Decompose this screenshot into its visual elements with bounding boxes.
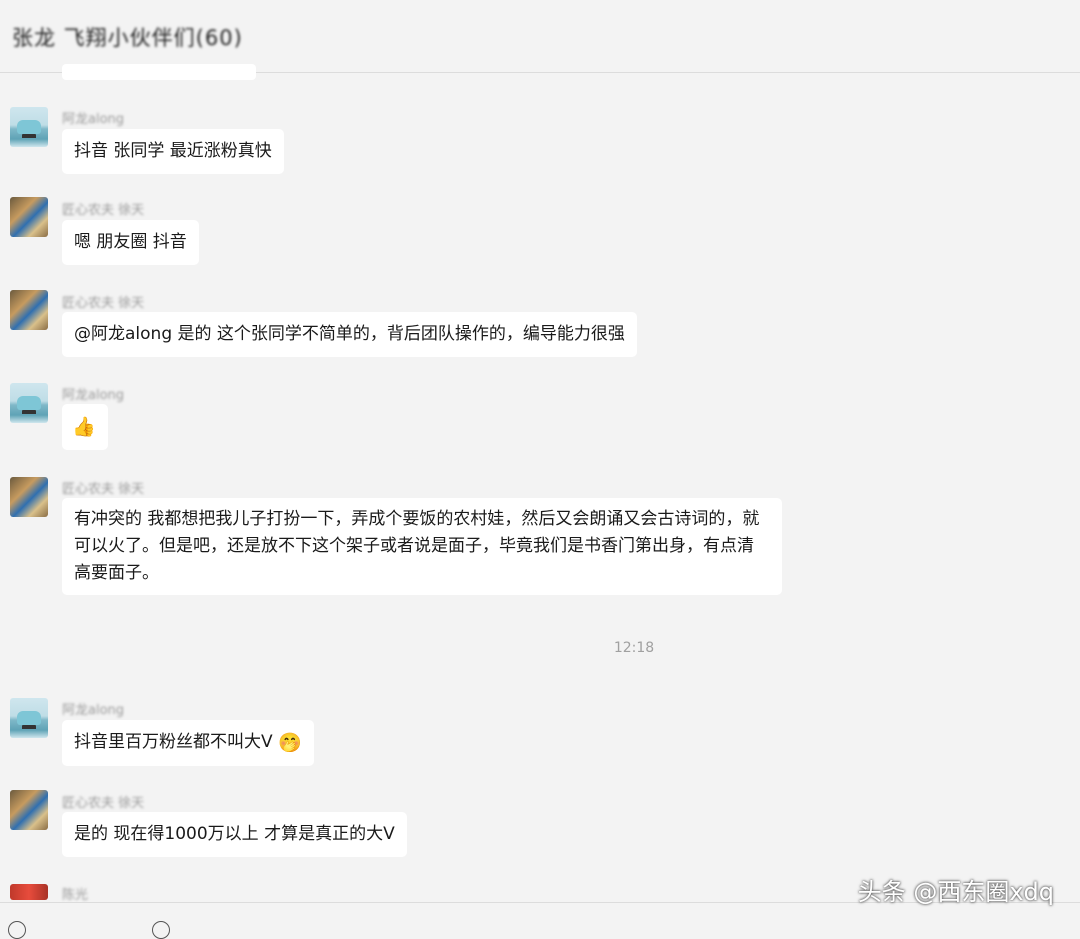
avatar[interactable] <box>10 477 48 517</box>
sender-name: 阿龙along <box>62 112 125 127</box>
message-bubble[interactable]: 是的 现在得1000万以上 才算是真正的大V <box>62 812 407 857</box>
timestamp: 12:18 <box>613 640 655 656</box>
message-bubble[interactable]: 👍 <box>62 404 108 450</box>
sender-name: 阿龙along <box>62 703 125 718</box>
message-bubble[interactable]: 抖音里百万粉丝都不叫大V 🤭 <box>62 720 314 766</box>
avatar[interactable] <box>10 790 48 830</box>
avatar[interactable] <box>10 698 48 738</box>
message-bubble[interactable]: @阿龙along 是的 这个张同学不简单的，背后团队操作的，编导能力很强 <box>62 312 637 357</box>
avatar[interactable] <box>10 197 48 237</box>
avatar[interactable] <box>10 884 48 900</box>
sender-name: 匠心农夫 徐天 <box>62 296 145 311</box>
message-bubble[interactable]: 有冲突的 我都想把我儿子打扮一下，弄成个要饭的农村娃，然后又会朗诵又会古诗词的，… <box>62 498 782 595</box>
avatar[interactable] <box>10 290 48 330</box>
thumbs-up-icon: 👍 <box>72 416 96 438</box>
shy-face-emoji-icon: 🤭 <box>278 732 302 754</box>
sender-name: 陈光 <box>62 888 89 903</box>
chat-header: 张龙 飞翔小伙伴们(60) <box>0 0 1080 73</box>
previous-message-bubble <box>62 64 256 80</box>
avatar[interactable] <box>10 107 48 147</box>
message-bubble[interactable]: 抖音 张同学 最近涨粉真快 <box>62 129 284 174</box>
watermark: 头条 @西东圈xdq <box>857 878 1054 906</box>
avatar[interactable] <box>10 383 48 423</box>
emoji-icon[interactable] <box>8 921 26 939</box>
message-text: 抖音里百万粉丝都不叫大V <box>74 732 273 752</box>
sender-name: 阿龙along <box>62 388 125 403</box>
sender-name: 匠心农夫 徐天 <box>62 203 145 218</box>
sender-name: 匠心农夫 徐天 <box>62 796 145 811</box>
group-title: 张龙 飞翔小伙伴们(60) <box>12 26 243 50</box>
screenshot-icon[interactable] <box>152 921 170 939</box>
sender-name: 匠心农夫 徐天 <box>62 482 145 497</box>
message-bubble[interactable]: 嗯 朋友圈 抖音 <box>62 220 199 265</box>
